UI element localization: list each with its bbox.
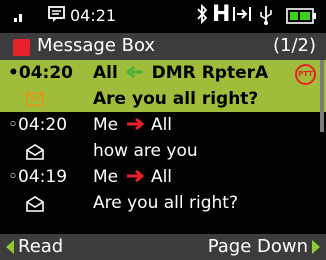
message-body: how are you <box>93 141 198 161</box>
right-arrow-icon <box>312 240 320 254</box>
title-marker-icon <box>13 39 30 56</box>
usb-icon <box>260 6 272 25</box>
message-from: Me <box>93 167 119 187</box>
page-title: Message Box <box>37 35 156 56</box>
message-to: All <box>150 115 173 135</box>
message-route: All DMR RpterA <box>93 60 268 86</box>
message-header-row[interactable]: ◦04:19 Me All <box>0 164 326 190</box>
message-time: •04:20 <box>8 63 73 83</box>
scrollbar[interactable] <box>320 60 324 132</box>
arrow-left-icon <box>125 65 143 78</box>
arrow-right-icon <box>126 169 144 182</box>
message-time: ◦04:19 <box>8 167 68 187</box>
signal-icon <box>14 8 28 22</box>
page-indicator: (1/2) <box>272 35 316 56</box>
message-body: Are you all right? <box>93 89 259 109</box>
left-arrow-icon <box>6 240 14 254</box>
arrow-right-icon <box>126 117 144 130</box>
page-down-softkey[interactable]: Page Down <box>208 236 308 257</box>
bluetooth-icon <box>197 4 208 24</box>
message-from: All <box>93 63 118 83</box>
message-header-row[interactable]: ◦04:20 Me All <box>0 112 326 138</box>
message-icon <box>48 6 65 22</box>
message-body: Are you all right? <box>93 193 238 213</box>
message-route: Me All <box>93 164 172 190</box>
ptt-badge: PTT <box>295 64 316 85</box>
message-body-row[interactable]: Are you all right? <box>0 190 326 216</box>
message-list: •04:20 All DMR RpterA PTT Are you all ri… <box>0 60 326 216</box>
message-to: All <box>150 167 173 187</box>
arrow-bar-icon <box>233 7 251 21</box>
unread-envelope-icon <box>26 92 44 106</box>
message-body-row[interactable]: Are you all right? <box>0 86 326 112</box>
read-envelope-icon <box>26 144 44 160</box>
read-envelope-icon <box>26 196 44 212</box>
h-indicator: H <box>212 2 231 27</box>
message-to: DMR RpterA <box>151 63 269 83</box>
battery-icon <box>286 8 316 24</box>
message-time: ◦04:20 <box>8 115 68 135</box>
message-route: Me All <box>93 112 172 138</box>
status-time: 04:21 <box>70 6 117 25</box>
message-header-row[interactable]: •04:20 All DMR RpterA PTT <box>0 60 326 86</box>
read-softkey[interactable]: Read <box>18 236 63 257</box>
message-from: Me <box>93 115 119 135</box>
message-body-row[interactable]: how are you <box>0 138 326 164</box>
